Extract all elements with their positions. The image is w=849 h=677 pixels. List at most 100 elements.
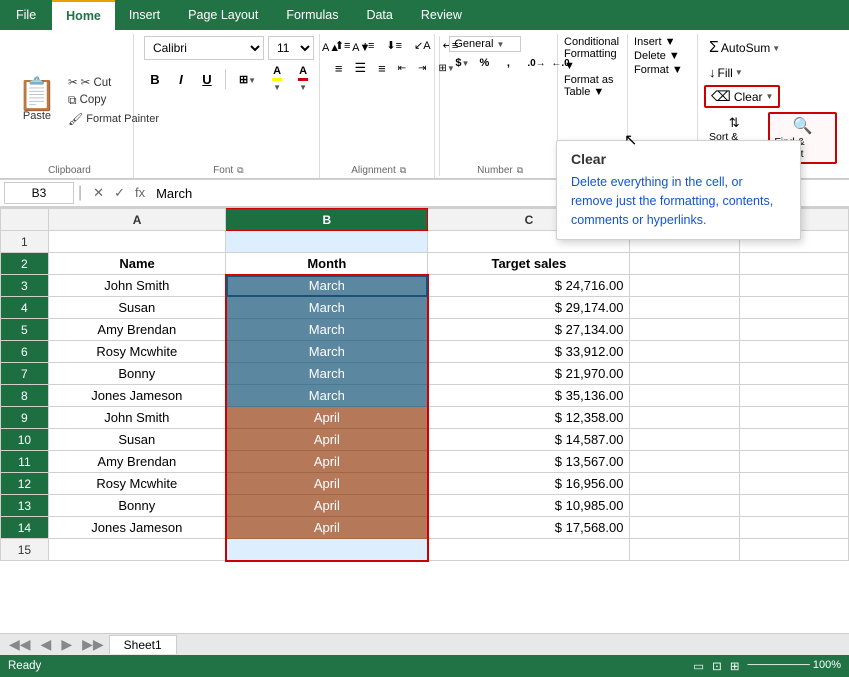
- cancel-formula-button[interactable]: ✕: [90, 184, 107, 202]
- cell-e-5[interactable]: [739, 319, 848, 341]
- row-number-8[interactable]: 8: [1, 385, 49, 407]
- cell-a-1[interactable]: [48, 231, 226, 253]
- row-number-12[interactable]: 12: [1, 473, 49, 495]
- conditional-format-button[interactable]: ConditionalFormatting ▼: [564, 36, 621, 72]
- align-bottom-button[interactable]: ⬇≡: [381, 36, 407, 55]
- insert-cells-button[interactable]: Insert ▼: [634, 36, 691, 48]
- cell-e-12[interactable]: [739, 473, 848, 495]
- font-size-select[interactable]: 11: [268, 36, 314, 60]
- col-header-A[interactable]: A: [48, 209, 226, 231]
- cell-b-10[interactable]: April: [226, 429, 428, 451]
- cell-a-8[interactable]: Jones Jameson: [48, 385, 226, 407]
- align-left-button[interactable]: ≡: [330, 58, 348, 79]
- decrease-indent-button[interactable]: ⇤: [393, 60, 411, 77]
- tab-data[interactable]: Data: [352, 0, 406, 30]
- comma-button[interactable]: ,: [497, 54, 519, 72]
- cell-d-10[interactable]: [630, 429, 739, 451]
- cell-d-5[interactable]: [630, 319, 739, 341]
- cell-d-7[interactable]: [630, 363, 739, 385]
- cell-d-6[interactable]: [630, 341, 739, 363]
- cell-c-6[interactable]: $ 33,912.00: [428, 341, 630, 363]
- align-top-button[interactable]: ⬆≡: [330, 36, 356, 55]
- cell-d-14[interactable]: [630, 517, 739, 539]
- zoom-slider[interactable]: ──────── 100%: [747, 659, 841, 673]
- cell-c-3[interactable]: $ 24,716.00: [428, 275, 630, 297]
- row-number-10[interactable]: 10: [1, 429, 49, 451]
- row-number-1[interactable]: 1: [1, 231, 49, 253]
- currency-button[interactable]: $▼: [449, 54, 471, 72]
- number-format-select[interactable]: General ▼: [449, 36, 521, 52]
- fill-color-button[interactable]: A ▼: [266, 62, 288, 96]
- cell-c-13[interactable]: $ 10,985.00: [428, 495, 630, 517]
- underline-button[interactable]: U: [196, 69, 218, 90]
- cell-a-11[interactable]: Amy Brendan: [48, 451, 226, 473]
- cell-a-5[interactable]: Amy Brendan: [48, 319, 226, 341]
- cell-c-9[interactable]: $ 12,358.00: [428, 407, 630, 429]
- cell-c-4[interactable]: $ 29,174.00: [428, 297, 630, 319]
- align-middle-button[interactable]: ↕≡: [357, 37, 379, 55]
- cell-c-10[interactable]: $ 14,587.00: [428, 429, 630, 451]
- tab-page-layout[interactable]: Page Layout: [174, 0, 272, 30]
- row-number-4[interactable]: 4: [1, 297, 49, 319]
- sheet-nav-left[interactable]: ◀◀: [4, 634, 36, 655]
- cell-c-2[interactable]: Target sales: [428, 253, 630, 275]
- cell-reference-input[interactable]: [4, 182, 74, 204]
- cell-c-8[interactable]: $ 35,136.00: [428, 385, 630, 407]
- row-number-7[interactable]: 7: [1, 363, 49, 385]
- cell-e-4[interactable]: [739, 297, 848, 319]
- row-number-15[interactable]: 15: [1, 539, 49, 561]
- italic-button[interactable]: I: [170, 69, 192, 90]
- cell-e-10[interactable]: [739, 429, 848, 451]
- alignment-expand-icon[interactable]: ⧉: [400, 165, 406, 176]
- cell-d-15[interactable]: [630, 539, 739, 561]
- font-color-button[interactable]: A ▼: [292, 62, 314, 96]
- cell-e-7[interactable]: [739, 363, 848, 385]
- cell-e-6[interactable]: [739, 341, 848, 363]
- font-name-select[interactable]: Calibri: [144, 36, 264, 60]
- delete-cells-button[interactable]: Delete ▼: [634, 50, 691, 62]
- cell-a-12[interactable]: Rosy Mcwhite: [48, 473, 226, 495]
- cell-e-15[interactable]: [739, 539, 848, 561]
- cell-e-14[interactable]: [739, 517, 848, 539]
- cell-b-1[interactable]: [226, 231, 428, 253]
- cell-a-10[interactable]: Susan: [48, 429, 226, 451]
- cell-b-6[interactable]: March: [226, 341, 428, 363]
- format-cells-button[interactable]: Format ▼: [634, 64, 691, 76]
- number-expand-icon[interactable]: ⧉: [517, 165, 523, 176]
- tab-review[interactable]: Review: [407, 0, 476, 30]
- row-number-11[interactable]: 11: [1, 451, 49, 473]
- cell-b-4[interactable]: March: [226, 297, 428, 319]
- cell-a-4[interactable]: Susan: [48, 297, 226, 319]
- increase-decimal-button[interactable]: .0→: [521, 55, 543, 72]
- align-right-button[interactable]: ≡: [373, 58, 391, 79]
- autosum-button[interactable]: Σ AutoSum ▼: [704, 36, 785, 60]
- cell-c-14[interactable]: $ 17,568.00: [428, 517, 630, 539]
- tab-file[interactable]: File: [0, 0, 52, 30]
- cell-c-5[interactable]: $ 27,134.00: [428, 319, 630, 341]
- tab-formulas[interactable]: Formulas: [272, 0, 352, 30]
- cell-e-13[interactable]: [739, 495, 848, 517]
- cell-c-7[interactable]: $ 21,970.00: [428, 363, 630, 385]
- cell-d-8[interactable]: [630, 385, 739, 407]
- cell-a-9[interactable]: John Smith: [48, 407, 226, 429]
- cell-d-13[interactable]: [630, 495, 739, 517]
- row-number-13[interactable]: 13: [1, 495, 49, 517]
- cell-d-9[interactable]: [630, 407, 739, 429]
- cell-a-6[interactable]: Rosy Mcwhite: [48, 341, 226, 363]
- cell-a-7[interactable]: Bonny: [48, 363, 226, 385]
- row-number-3[interactable]: 3: [1, 275, 49, 297]
- cell-d-4[interactable]: [630, 297, 739, 319]
- cell-a-3[interactable]: John Smith: [48, 275, 226, 297]
- cell-c-15[interactable]: [428, 539, 630, 561]
- cell-b-2[interactable]: Month: [226, 253, 428, 275]
- increase-indent-button[interactable]: ⇥: [413, 60, 431, 77]
- cell-b-7[interactable]: March: [226, 363, 428, 385]
- row-number-2[interactable]: 2: [1, 253, 49, 275]
- cell-e-9[interactable]: [739, 407, 848, 429]
- cell-b-14[interactable]: April: [226, 517, 428, 539]
- cell-d-3[interactable]: [630, 275, 739, 297]
- cell-a-13[interactable]: Bonny: [48, 495, 226, 517]
- row-number-9[interactable]: 9: [1, 407, 49, 429]
- font-expand-icon[interactable]: ⧉: [237, 165, 243, 176]
- cell-e-3[interactable]: [739, 275, 848, 297]
